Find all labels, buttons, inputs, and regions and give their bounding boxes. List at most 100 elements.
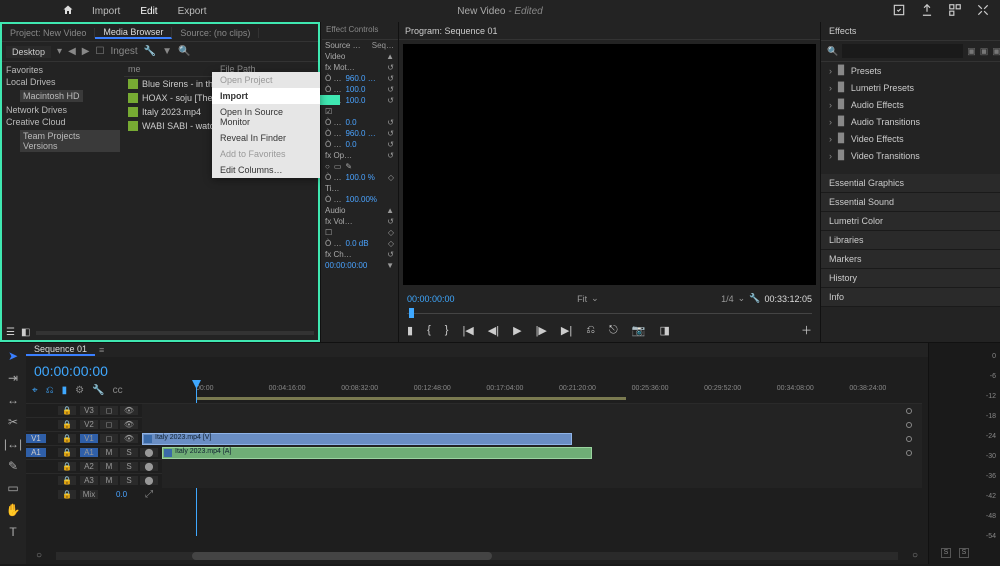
selection-tool-icon[interactable]: ➤	[8, 349, 18, 363]
linked-selection-icon[interactable]: ⎌	[46, 385, 54, 396]
reset-icon[interactable]: ↺	[387, 96, 394, 105]
panel-markers[interactable]: Markers	[821, 250, 1000, 269]
solo-button[interactable]: S	[959, 548, 969, 558]
back-icon[interactable]: ◀	[68, 46, 76, 57]
tree-network-drives[interactable]: Network Drives	[6, 104, 120, 116]
menu-import[interactable]: Import	[92, 6, 120, 17]
effects-folder[interactable]: ›▉Video Transitions	[821, 147, 1000, 164]
ec-anchor[interactable]: Ò …	[325, 129, 341, 138]
kf-diamond-icon[interactable]: ◇	[388, 228, 394, 237]
fx-badge-icon[interactable]: ▣	[980, 46, 989, 57]
go-to-in-icon[interactable]: |◀	[462, 324, 473, 337]
tree-local-drives[interactable]: Local Drives	[6, 76, 120, 88]
ec-motion[interactable]: fx Mot…	[325, 63, 355, 72]
scalew-value[interactable]: 100.0	[345, 96, 365, 105]
panel-info[interactable]: Info	[821, 288, 1000, 307]
rectangle-tool-icon[interactable]: ▭	[7, 481, 18, 495]
effects-folder[interactable]: ›▉Audio Transitions	[821, 113, 1000, 130]
comparison-icon[interactable]: ◨	[659, 324, 669, 337]
chevron-down-icon[interactable]: ⌄	[591, 293, 599, 304]
menu-edit[interactable]: Edit	[140, 6, 157, 17]
tab-source[interactable]: Source: (no clips)	[172, 28, 259, 38]
tree-team-projects[interactable]: Team Projects Versions	[20, 130, 120, 152]
ripple-tool-icon[interactable]: ↔	[7, 393, 19, 407]
track-eye-icon[interactable]: 👁	[120, 420, 138, 429]
list-view-icon[interactable]: ☰	[6, 327, 15, 338]
kf-diamond-icon[interactable]: ◇	[388, 239, 394, 248]
track-label[interactable]: A2	[80, 462, 98, 471]
scrollbar-thumb[interactable]	[192, 552, 492, 560]
track-label[interactable]: A1	[80, 448, 98, 457]
kf-diamond-icon[interactable]: ◇	[388, 173, 394, 182]
filter-icon[interactable]: ▼	[162, 46, 172, 57]
bypass-checkbox[interactable]: ☐	[325, 228, 332, 237]
close-tab-icon[interactable]: ≡	[99, 345, 104, 355]
panel-history[interactable]: History	[821, 269, 1000, 288]
af-value[interactable]: 0.0	[345, 140, 356, 149]
track-mute-icon[interactable]: M	[100, 448, 118, 457]
program-video-view[interactable]	[403, 44, 816, 285]
tab-program[interactable]: Program: Sequence 01	[405, 26, 498, 36]
track-lock-icon[interactable]: 🔒	[58, 490, 76, 499]
ctx-open-source[interactable]: Open In Source Monitor	[212, 104, 320, 130]
track-solo-icon[interactable]: S	[120, 448, 138, 457]
wrench-icon[interactable]: 🔧	[144, 46, 156, 57]
ec-channel[interactable]: fx Ch…	[325, 250, 352, 259]
keyframe-icon[interactable]	[906, 436, 912, 442]
program-timecode[interactable]: 00:00:00:00	[407, 294, 455, 304]
reset-icon[interactable]: ↺	[387, 129, 394, 138]
track-record-icon[interactable]: ⬤	[140, 476, 158, 485]
track-label[interactable]: Mix	[80, 490, 98, 499]
workspace-icon[interactable]	[948, 3, 962, 20]
chevron-down-icon[interactable]: ▾	[57, 46, 62, 57]
slip-tool-icon[interactable]: |↔|	[4, 437, 22, 451]
step-back-icon[interactable]: ◀|	[488, 324, 499, 337]
forward-icon[interactable]: ▶	[82, 46, 90, 57]
track-solo-icon[interactable]: S	[120, 462, 138, 471]
anchor-value[interactable]: 960.0 …	[345, 129, 375, 138]
panel-essential-sound[interactable]: Essential Sound	[821, 193, 1000, 212]
ec-time[interactable]: Ti…	[325, 184, 339, 193]
track-lane[interactable]	[162, 474, 922, 488]
track-select-tool-icon[interactable]: ⇥	[8, 371, 18, 385]
track-lane[interactable]: Italy 2023.mp4 [A]	[162, 446, 922, 460]
ingest-label[interactable]: Ingest	[110, 46, 137, 57]
kf-play-icon[interactable]: ▲	[386, 206, 394, 215]
tab-effect-controls[interactable]: Effect Controls	[322, 22, 398, 40]
snap-icon[interactable]: ⌖	[32, 385, 38, 396]
scroll-handle-icon[interactable]: ○	[36, 550, 42, 561]
marker-icon[interactable]: ▮	[62, 385, 68, 396]
step-forward-icon[interactable]: |▶	[536, 324, 547, 337]
ec-op[interactable]: Ò …	[325, 173, 341, 182]
thumbnail-slider[interactable]	[36, 331, 314, 335]
kf-play-icon[interactable]: ▲	[386, 52, 394, 61]
ctx-reveal-finder[interactable]: Reveal In Finder	[212, 130, 320, 146]
ec-opacity[interactable]: fx Op…	[325, 151, 352, 160]
track-label[interactable]: V1	[80, 434, 98, 443]
seq-label[interactable]: Seq…	[372, 41, 394, 50]
reset-icon[interactable]: ↺	[387, 85, 394, 94]
keyframe-icon[interactable]	[906, 450, 912, 456]
effects-folder[interactable]: ›▉Audio Effects	[821, 96, 1000, 113]
ec-pos[interactable]: Ò …	[325, 74, 341, 83]
track-label[interactable]: V2	[80, 420, 98, 429]
mark-in-icon[interactable]: {	[427, 324, 431, 336]
ctx-edit-columns[interactable]: Edit Columns…	[212, 162, 320, 178]
reset-icon[interactable]: ↺	[387, 217, 394, 226]
ec-timecode[interactable]: 00:00:00:00	[325, 261, 367, 270]
ec-speed[interactable]: Ò …	[325, 195, 341, 204]
track-toggle-icon[interactable]: ◻	[100, 406, 118, 415]
level-value[interactable]: 0.0 dB	[345, 239, 368, 248]
resolution-dropdown[interactable]: 1/4	[721, 294, 734, 304]
ec-volume[interactable]: fx Vol…	[325, 217, 353, 226]
program-playbar[interactable]	[407, 308, 812, 318]
fx-badge-icon[interactable]: ▣	[992, 46, 1000, 57]
tab-project[interactable]: Project: New Video	[2, 28, 95, 38]
caption-icon[interactable]: cc	[113, 385, 123, 396]
reset-icon[interactable]: ↺	[387, 74, 394, 83]
track-lock-icon[interactable]: 🔒	[58, 476, 76, 485]
track-lock-icon[interactable]: 🔒	[58, 406, 76, 415]
reset-icon[interactable]: ↺	[387, 250, 394, 259]
hand-tool-icon[interactable]: ✋	[6, 503, 21, 517]
type-tool-icon[interactable]: T	[9, 525, 16, 539]
